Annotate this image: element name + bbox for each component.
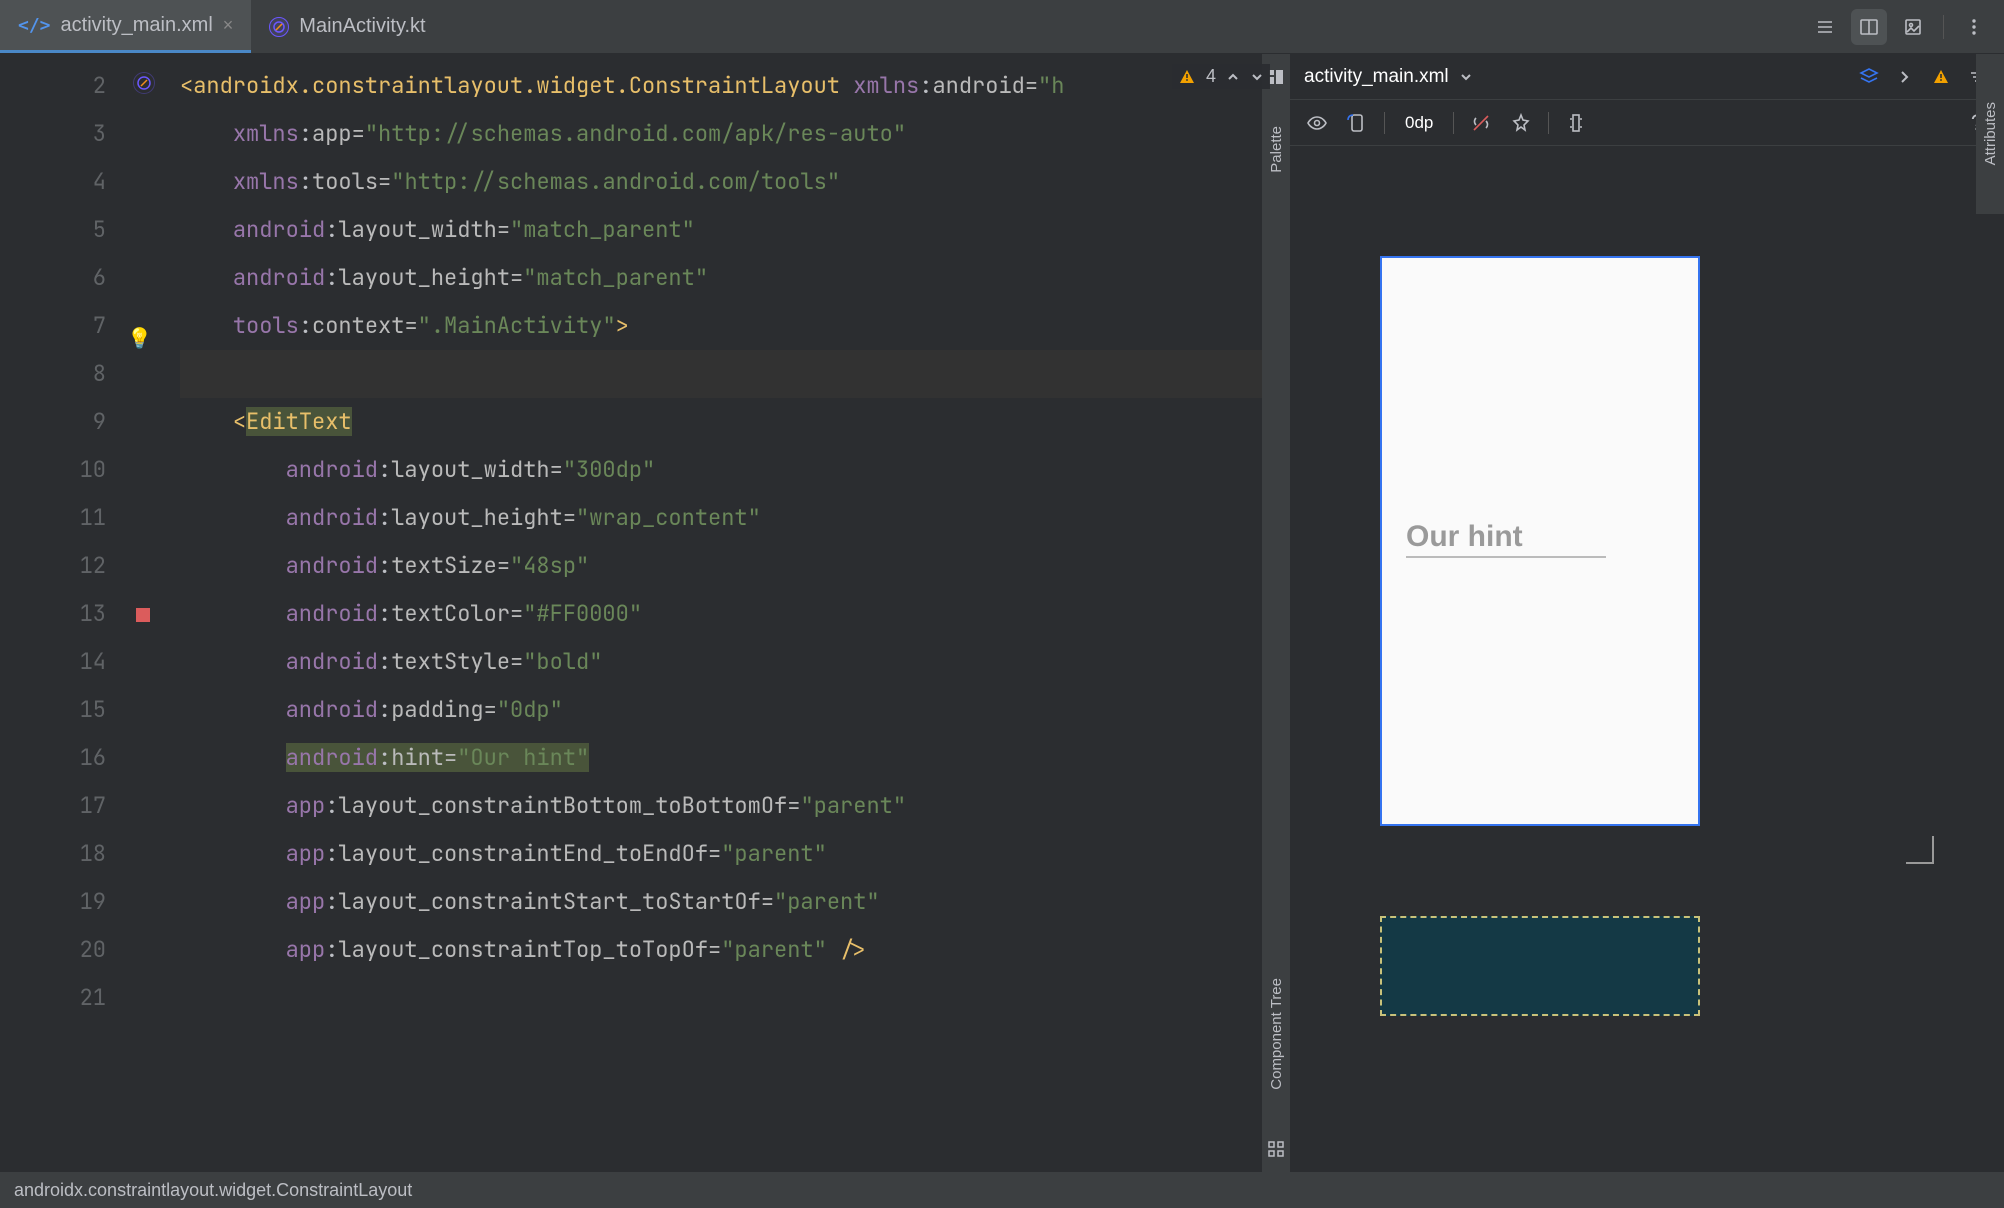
design-toolbar-bottom: 0dp ?: [1290, 100, 2004, 146]
tab-label: MainActivity.kt: [299, 15, 425, 38]
line-number: 15: [0, 686, 120, 734]
code-lines[interactable]: <androidx.constraintlayout.widget.Constr…: [120, 54, 1290, 1172]
attributes-tab-label: Attributes: [1982, 102, 1999, 165]
clear-constraints-icon[interactable]: [1468, 110, 1494, 136]
edittext-hint-preview[interactable]: Our hint: [1406, 520, 1606, 558]
line-number: 17: [0, 782, 120, 830]
guidelines-icon[interactable]: [1563, 110, 1589, 136]
palette-tab[interactable]: Palette: [1268, 126, 1285, 173]
line-number: 8: [0, 350, 120, 398]
tab-mainactivity[interactable]: MainActivity.kt: [251, 0, 443, 53]
breadcrumb[interactable]: androidx.constraintlayout.widget.Constra…: [14, 1180, 412, 1201]
tab-activity-main[interactable]: </> activity_main.xml ×: [0, 0, 251, 53]
design-canvas[interactable]: Our hint: [1290, 146, 2004, 1172]
orientation-icon[interactable]: [1344, 110, 1370, 136]
design-toolbar-top: activity_main.xml: [1290, 54, 2004, 100]
tabbar-view-switch: [1795, 0, 2004, 53]
line-number: 19: [0, 878, 120, 926]
eye-icon[interactable]: [1304, 110, 1330, 136]
line-number: 2: [0, 62, 120, 110]
warning-icon[interactable]: [1928, 64, 1954, 90]
divider: [1943, 15, 1944, 39]
line-number: 6: [0, 254, 120, 302]
line-number: 3: [0, 110, 120, 158]
kotlin-file-icon: [269, 17, 289, 37]
line-number: 12: [0, 542, 120, 590]
view-code-button[interactable]: [1807, 9, 1843, 45]
line-number: 10: [0, 446, 120, 494]
layers-icon[interactable]: [1856, 64, 1882, 90]
line-number: 14: [0, 638, 120, 686]
infer-constraints-icon[interactable]: [1508, 110, 1534, 136]
chevron-down-icon[interactable]: [1459, 70, 1473, 84]
resize-handle-icon[interactable]: [1906, 836, 1934, 864]
code-area[interactable]: 2 3 4 5 6 7💡 8 9 10 11 12 13 14 15 16 17…: [0, 54, 1290, 1172]
warning-icon: [1178, 68, 1196, 86]
editor-inspection-badges[interactable]: 4: [1172, 64, 1270, 89]
line-number: 16: [0, 734, 120, 782]
editor-side-tabs: Palette Component Tree: [1262, 54, 1290, 1172]
line-number: 13: [0, 590, 120, 638]
line-number: 18: [0, 830, 120, 878]
xml-file-icon: </>: [18, 15, 51, 36]
line-number: 11: [0, 494, 120, 542]
line-number: 9: [0, 398, 120, 446]
prev-highlight-icon[interactable]: [1226, 70, 1240, 84]
default-margin-value[interactable]: 0dp: [1399, 113, 1439, 133]
line-number-gutter: 2 3 4 5 6 7💡 8 9 10 11 12 13 14 15 16 17…: [0, 54, 120, 1172]
line-number: 7💡: [0, 302, 120, 350]
editor-tabbar: </> activity_main.xml × MainActivity.kt: [0, 0, 2004, 54]
component-tree-tab[interactable]: Component Tree: [1268, 978, 1285, 1090]
view-split-button[interactable]: [1851, 9, 1887, 45]
attributes-panel-tab[interactable]: Attributes: [1976, 54, 2004, 214]
design-filename[interactable]: activity_main.xml: [1304, 66, 1449, 88]
overflow-menu-button[interactable]: [1956, 9, 1992, 45]
device-preview[interactable]: Our hint: [1380, 256, 1700, 826]
line-number: 20: [0, 926, 120, 974]
status-bar: androidx.constraintlayout.widget.Constra…: [0, 1172, 2004, 1208]
code-editor-pane: 4 2 3 4 5 6 7💡 8 9 10 11 12 13: [0, 54, 1290, 1172]
component-tree-panel-icon[interactable]: [1267, 1140, 1285, 1158]
line-number: 21: [0, 974, 120, 1022]
chevron-right-icon[interactable]: [1892, 64, 1918, 90]
main-split: 4 2 3 4 5 6 7💡 8 9 10 11 12 13: [0, 54, 2004, 1172]
next-highlight-icon[interactable]: [1250, 70, 1264, 84]
tab-label: activity_main.xml: [61, 14, 213, 37]
close-icon[interactable]: ×: [223, 15, 234, 36]
line-number: 5: [0, 206, 120, 254]
line-number: 4: [0, 158, 120, 206]
view-design-button[interactable]: [1895, 9, 1931, 45]
layout-design-pane: activity_main.xml: [1290, 54, 2004, 1172]
blueprint-preview[interactable]: [1380, 916, 1700, 1016]
warning-count: 4: [1206, 66, 1216, 87]
